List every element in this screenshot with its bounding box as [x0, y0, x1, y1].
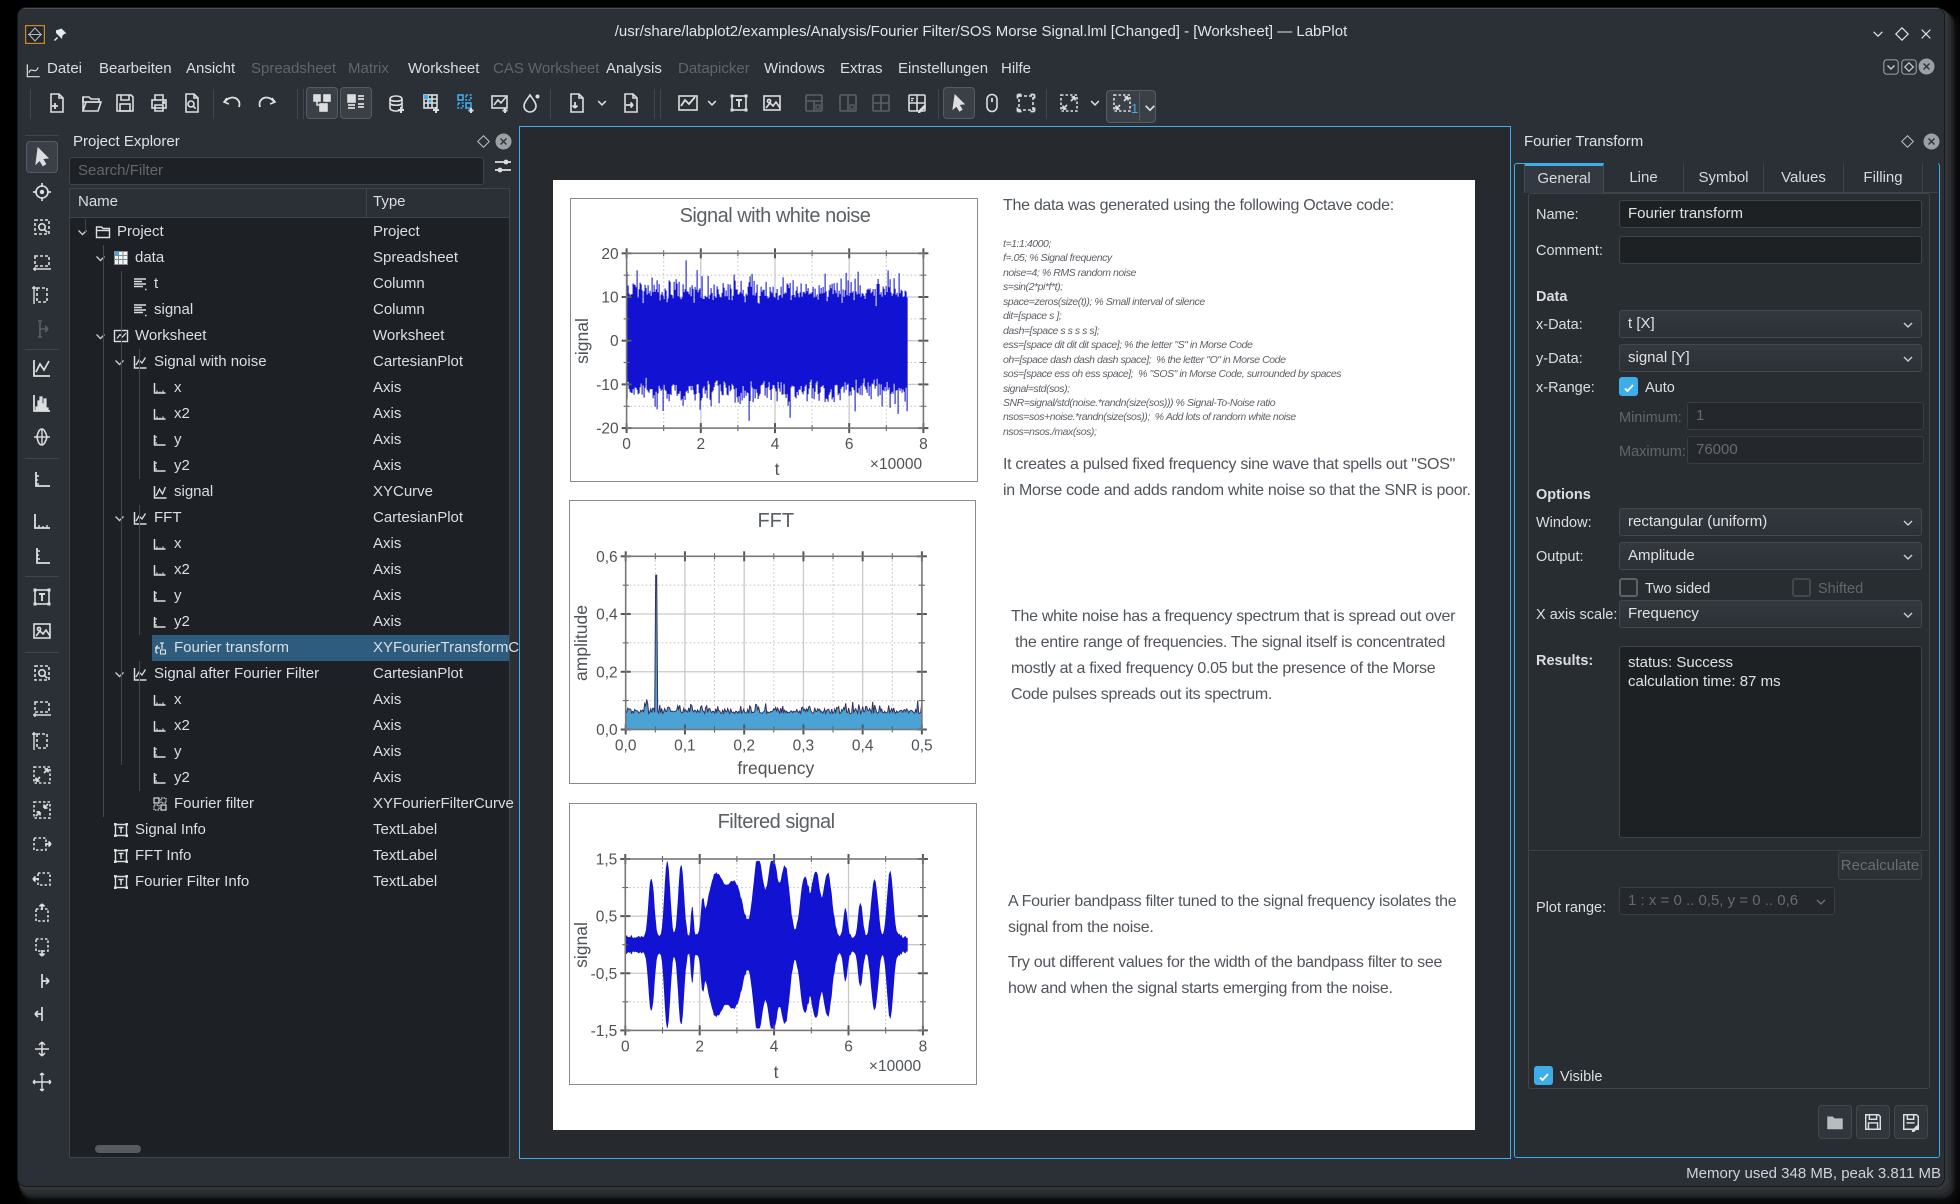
svg-text:0,0: 0,0	[615, 738, 637, 755]
svg-text:1,5: 1,5	[596, 852, 618, 869]
svg-text:10: 10	[601, 290, 619, 307]
svg-text:Filtered signal: Filtered signal	[718, 811, 835, 833]
svg-text:6: 6	[845, 436, 854, 453]
svg-text:signal: signal	[572, 318, 592, 364]
svg-text:t: t	[774, 1062, 779, 1082]
svg-text:0,5: 0,5	[596, 909, 618, 926]
svg-text:-0,5: -0,5	[591, 966, 618, 983]
svg-text:signal: signal	[571, 922, 591, 968]
svg-text:2: 2	[695, 1038, 704, 1055]
svg-text:0,6: 0,6	[596, 549, 618, 566]
svg-text:0,0: 0,0	[596, 722, 618, 739]
svg-text:×10000: ×10000	[870, 456, 923, 473]
svg-text:frequency: frequency	[737, 758, 814, 778]
svg-text:-1,5: -1,5	[591, 1023, 618, 1040]
svg-text:-10: -10	[596, 377, 619, 394]
svg-text:amplitude: amplitude	[571, 605, 591, 681]
svg-text:×10000: ×10000	[869, 1058, 922, 1075]
svg-text:20: 20	[601, 246, 619, 263]
svg-text:0: 0	[621, 1038, 630, 1055]
svg-text:FFT: FFT	[757, 510, 794, 532]
svg-text:t: t	[775, 459, 780, 479]
svg-text:0: 0	[622, 436, 631, 453]
svg-text:-20: -20	[596, 421, 619, 438]
svg-text:Signal with white noise: Signal with white noise	[680, 205, 871, 227]
svg-text:2: 2	[696, 436, 705, 453]
svg-text:6: 6	[844, 1038, 853, 1055]
svg-text:0,4: 0,4	[852, 738, 874, 755]
svg-text:0,2: 0,2	[596, 664, 618, 681]
svg-text:8: 8	[919, 1038, 928, 1055]
svg-text:0,1: 0,1	[674, 738, 696, 755]
svg-text:0,5: 0,5	[911, 738, 933, 755]
svg-text:4: 4	[770, 1038, 779, 1055]
svg-text:0,4: 0,4	[596, 607, 618, 624]
svg-text:0,2: 0,2	[733, 738, 755, 755]
svg-text:0,3: 0,3	[793, 738, 815, 755]
svg-text:0: 0	[610, 333, 619, 350]
svg-text:8: 8	[919, 436, 928, 453]
svg-text:4: 4	[771, 436, 780, 453]
